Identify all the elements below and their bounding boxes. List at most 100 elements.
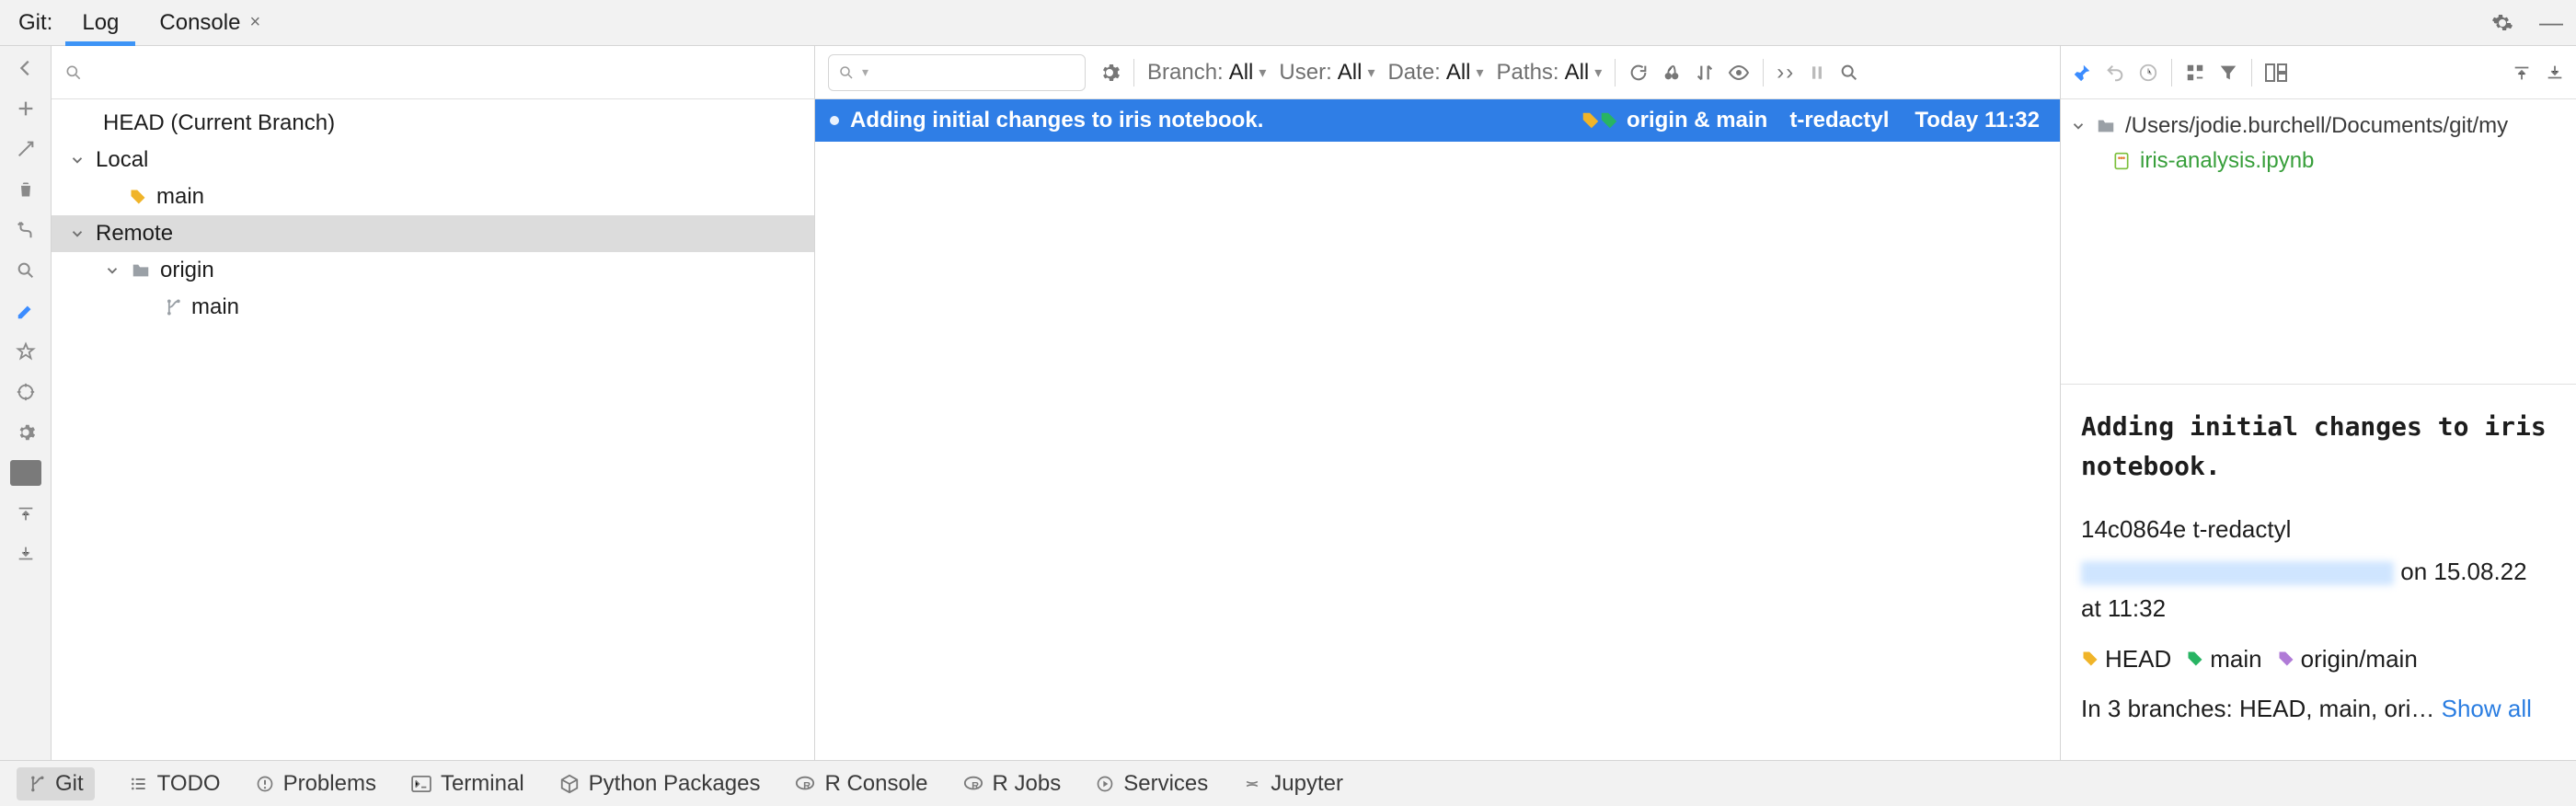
alert-icon bbox=[256, 775, 274, 793]
head-label: HEAD (Current Branch) bbox=[103, 110, 335, 136]
star-icon[interactable] bbox=[13, 339, 39, 364]
statusbar-python-packages[interactable]: Python Packages bbox=[559, 771, 761, 797]
remote-origin-main[interactable]: main bbox=[52, 289, 814, 326]
changed-files-root[interactable]: /Users/jodie.burchell/Documents/git/my bbox=[2070, 109, 2567, 144]
local-branch-main-label: main bbox=[156, 184, 204, 210]
tag-icon bbox=[1599, 110, 1619, 131]
statusbar-r-console[interactable]: R R Console bbox=[795, 771, 927, 797]
remote-row[interactable]: Remote bbox=[52, 215, 814, 252]
chevron-down-icon: ▾ bbox=[862, 64, 868, 80]
local-label: Local bbox=[96, 147, 148, 173]
r-icon: R bbox=[795, 775, 815, 793]
head-row[interactable]: HEAD (Current Branch) bbox=[52, 105, 814, 142]
commit-refs: HEAD main origin/main bbox=[2081, 640, 2556, 677]
notebook-icon bbox=[2112, 151, 2131, 171]
jupyter-icon bbox=[1243, 775, 1261, 793]
delete-icon[interactable] bbox=[13, 177, 39, 202]
ref-head[interactable]: HEAD bbox=[2081, 640, 2171, 677]
group-button[interactable] bbox=[2185, 63, 2205, 83]
statusbar-todo[interactable]: TODO bbox=[130, 771, 221, 797]
list-icon bbox=[130, 775, 148, 793]
gear-icon-rail[interactable] bbox=[13, 420, 39, 445]
expand-icon[interactable] bbox=[13, 541, 39, 567]
show-all-link[interactable]: Show all bbox=[2442, 695, 2532, 722]
ref-main[interactable]: main bbox=[2186, 640, 2261, 677]
collapse-all-button[interactable] bbox=[2545, 63, 2565, 83]
commit-icon[interactable] bbox=[13, 136, 39, 162]
find-button[interactable] bbox=[1839, 63, 1859, 83]
settings-button[interactable] bbox=[2478, 0, 2526, 45]
gear-icon bbox=[2491, 12, 2513, 34]
sort-button[interactable] bbox=[1695, 63, 1715, 83]
right-column: /Users/jodie.burchell/Documents/git/my i… bbox=[2061, 46, 2576, 760]
commit-time: Today 11:32 bbox=[1915, 108, 2040, 133]
branches-search-input[interactable] bbox=[94, 59, 801, 86]
folder-icon bbox=[2096, 116, 2116, 136]
pause-button[interactable] bbox=[1808, 63, 1826, 82]
expand-all-button[interactable] bbox=[2512, 63, 2532, 83]
tab-console-label: Console bbox=[159, 10, 240, 36]
close-icon[interactable]: × bbox=[249, 12, 260, 33]
eye-button[interactable] bbox=[1728, 62, 1750, 84]
remote-origin-main-label: main bbox=[191, 294, 239, 320]
tag-icon bbox=[2277, 650, 2295, 668]
filter-date[interactable]: Date: All ▾ bbox=[1387, 60, 1483, 86]
commit-message: Adding initial changes to iris notebook. bbox=[850, 108, 1570, 133]
tab-log-label: Log bbox=[82, 10, 119, 36]
remote-origin-label: origin bbox=[160, 258, 214, 283]
more-button[interactable]: ›› bbox=[1777, 60, 1795, 86]
search-icon bbox=[838, 64, 855, 81]
branches-panel: HEAD (Current Branch) Local main Remote … bbox=[52, 46, 815, 760]
log-search[interactable]: ▾ bbox=[828, 54, 1086, 91]
statusbar-problems[interactable]: Problems bbox=[256, 771, 376, 797]
layout-button[interactable] bbox=[2265, 63, 2287, 82]
filter-paths[interactable]: Paths: All ▾ bbox=[1497, 60, 1603, 86]
undo-button[interactable] bbox=[2105, 63, 2125, 83]
local-row[interactable]: Local bbox=[52, 142, 814, 178]
svg-text:R: R bbox=[804, 780, 811, 791]
r-icon: R bbox=[963, 775, 983, 793]
target-icon[interactable] bbox=[13, 379, 39, 405]
search-icon-rail[interactable] bbox=[13, 258, 39, 283]
pin-button[interactable] bbox=[2072, 63, 2092, 83]
remote-origin-row[interactable]: origin bbox=[52, 252, 814, 289]
svg-text:R: R bbox=[972, 780, 979, 791]
filter-settings-button[interactable] bbox=[1098, 62, 1121, 84]
history-button[interactable] bbox=[2138, 63, 2158, 83]
collapse-icon[interactable] bbox=[13, 501, 39, 526]
statusbar-services[interactable]: Services bbox=[1096, 771, 1208, 797]
cherry-pick-button[interactable] bbox=[1662, 63, 1682, 83]
terminal-icon bbox=[411, 776, 431, 792]
commit-row[interactable]: Adding initial changes to iris notebook.… bbox=[815, 99, 2060, 142]
tab-console[interactable]: Console × bbox=[139, 0, 281, 45]
edit-icon[interactable] bbox=[13, 298, 39, 324]
tab-log[interactable]: Log bbox=[62, 0, 139, 45]
left-icon-rail bbox=[0, 46, 52, 760]
tag-icon bbox=[2186, 650, 2204, 668]
refresh-button[interactable] bbox=[1628, 63, 1649, 83]
tag-icon bbox=[129, 188, 147, 206]
filter-branch[interactable]: Branch: All ▾ bbox=[1147, 60, 1266, 86]
commit-ref: origin & main bbox=[1581, 108, 1767, 133]
git-toolwindow-header: Git: Log Console × — bbox=[0, 0, 2576, 46]
add-icon[interactable] bbox=[13, 96, 39, 121]
statusbar-git[interactable]: Git bbox=[17, 767, 95, 800]
branch-icon bbox=[28, 775, 46, 793]
commit-author: t-redactyl bbox=[1789, 108, 1889, 133]
merge-icon[interactable] bbox=[13, 217, 39, 243]
statusbar-terminal[interactable]: Terminal bbox=[411, 771, 524, 797]
commit-details-title: Adding initial changes to iris notebook. bbox=[2081, 407, 2556, 487]
statusbar-jupyter[interactable]: Jupyter bbox=[1243, 771, 1343, 797]
filter-user[interactable]: User: All ▾ bbox=[1279, 60, 1374, 86]
statusbar-r-jobs[interactable]: R R Jobs bbox=[963, 771, 1062, 797]
folder-icon bbox=[131, 260, 151, 281]
hide-button[interactable]: — bbox=[2526, 0, 2576, 45]
log-panel: ▾ Branch: All ▾ User: All ▾ Date: All ▾ … bbox=[815, 46, 2061, 760]
ref-origin-main[interactable]: origin/main bbox=[2277, 640, 2418, 677]
commit-node-icon bbox=[830, 116, 839, 125]
changed-file[interactable]: iris-analysis.ipynb bbox=[2070, 144, 2567, 178]
local-branch-main[interactable]: main bbox=[52, 178, 814, 215]
back-icon[interactable] bbox=[13, 55, 39, 81]
layout-icon[interactable] bbox=[10, 460, 41, 486]
funnel-button[interactable] bbox=[2218, 63, 2238, 83]
